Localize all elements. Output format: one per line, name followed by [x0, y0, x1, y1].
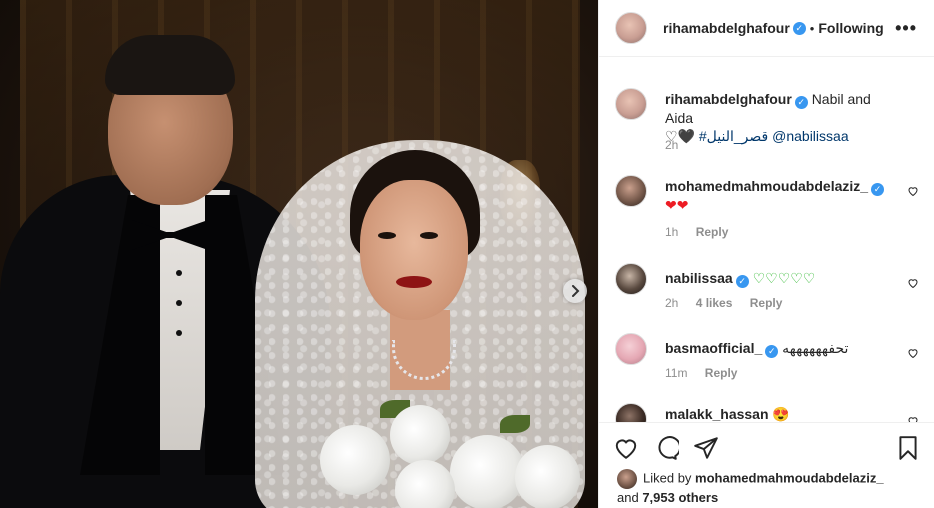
comment-text: basmaofficial_ ✓ تحفههههههه	[665, 339, 895, 358]
author-username[interactable]: rihamabdelghafour	[663, 20, 790, 36]
caption-row: rihamabdelghafour ✓ Nabil and Aida ♡🖤 #قص…	[615, 88, 925, 158]
comment-row: mohamedmahmoudabdelaziz_ ✓ ❤❤ 1h Reply	[615, 175, 925, 245]
comment-body: ❤❤	[665, 196, 689, 213]
comment-meta: 2h 4 likes Reply	[665, 296, 782, 310]
bouquet-rose	[390, 405, 450, 465]
author-avatar[interactable]	[615, 12, 647, 44]
comment-like-icon[interactable]	[907, 185, 919, 197]
header-separator: •	[809, 20, 815, 36]
post-side-panel: rihamabdelghafour ✓ • Following ••• riha…	[598, 0, 934, 508]
bouquet	[300, 395, 598, 508]
caption-meta: 2h	[665, 138, 692, 152]
post-header: rihamabdelghafour ✓ • Following •••	[599, 0, 934, 57]
bookmark-icon[interactable]	[895, 435, 921, 461]
reply-button[interactable]: Reply	[696, 225, 729, 239]
bride-lips	[396, 276, 432, 288]
comment-time[interactable]: 11m	[665, 366, 687, 380]
shirt-stud	[176, 300, 182, 306]
shirt-stud	[176, 330, 182, 336]
comment-row: basmaofficial_ ✓ تحفههههههه 11m Reply	[615, 333, 925, 388]
verified-badge-icon: ✓	[792, 21, 806, 35]
comment-username[interactable]: nabilissaa	[665, 270, 733, 286]
comment-avatar[interactable]	[615, 333, 647, 365]
comment-body: تحفههههههه	[782, 340, 849, 356]
comment-time[interactable]: 2h	[665, 296, 678, 310]
comment-text: mohamedmahmoudabdelaziz_ ✓ ❤❤	[665, 177, 895, 214]
comment-meta: 11m Reply	[665, 366, 737, 380]
paper-plane-icon[interactable]	[693, 435, 719, 461]
comment-avatar[interactable]	[615, 403, 647, 422]
caption-username[interactable]: rihamabdelghafour	[665, 91, 792, 107]
comment-avatar[interactable]	[615, 175, 647, 207]
next-photo-button[interactable]	[563, 279, 587, 303]
comment-like-icon[interactable]	[907, 277, 919, 289]
comment-row: malakk_hassan 😍	[615, 403, 925, 422]
comment-body: ♡♡♡♡♡	[752, 270, 816, 286]
comment-meta: 1h Reply	[665, 225, 728, 239]
liked-by-others[interactable]: 7,953 others	[642, 490, 718, 505]
comment-likes[interactable]: 4 likes	[696, 296, 733, 310]
verified-badge-icon: ✓	[794, 95, 808, 109]
post-photo[interactable]	[0, 0, 598, 508]
more-options-icon[interactable]: •••	[895, 18, 917, 39]
post-actions: Liked by mohamedmahmoudabdelaziz_ and 7,…	[599, 422, 934, 508]
reply-button[interactable]: Reply	[750, 296, 783, 310]
caption-avatar[interactable]	[615, 88, 647, 120]
liked-by-user[interactable]: mohamedmahmoudabdelaziz_	[695, 470, 884, 485]
liked-by-summary: Liked by mohamedmahmoudabdelaziz_ and 7,…	[617, 469, 884, 507]
bouquet-leaf	[500, 415, 530, 433]
comment-bubble-icon[interactable]	[653, 435, 679, 461]
bride-eye	[420, 232, 438, 239]
heart-outline-icon[interactable]	[613, 435, 639, 461]
shirt-stud	[176, 270, 182, 276]
verified-badge-icon: ✓	[735, 274, 749, 288]
caption-mention[interactable]: @nabilissaa	[772, 128, 848, 144]
comment-body: 😍	[772, 406, 790, 422]
reply-button[interactable]: Reply	[705, 366, 738, 380]
bride-eye	[378, 232, 396, 239]
bouquet-rose	[320, 425, 390, 495]
comment-username[interactable]: mohamedmahmoudabdelaziz_	[665, 178, 868, 194]
verified-badge-icon: ✓	[765, 344, 779, 358]
bouquet-rose	[395, 460, 455, 508]
groom-hair	[105, 35, 235, 95]
comment-avatar[interactable]	[615, 263, 647, 295]
comment-text: malakk_hassan 😍	[665, 405, 895, 422]
liked-by-avatar[interactable]	[617, 469, 637, 489]
liked-by-conjunction: and	[617, 490, 639, 505]
bouquet-rose	[450, 435, 525, 508]
verified-badge-icon: ✓	[871, 182, 885, 196]
comment-like-icon[interactable]	[907, 415, 919, 422]
caption-text: rihamabdelghafour ✓ Nabil and Aida ♡🖤 #قص…	[665, 90, 895, 145]
caption-time[interactable]: 2h	[665, 138, 678, 152]
bride-face	[360, 180, 468, 320]
comment-username[interactable]: basmaofficial_	[665, 340, 762, 356]
following-button[interactable]: Following	[818, 20, 883, 36]
bouquet-rose	[515, 445, 580, 508]
liked-by-prefix: Liked by	[643, 470, 692, 486]
comment-time[interactable]: 1h	[665, 225, 678, 239]
chevron-right-icon	[572, 285, 580, 297]
comment-username[interactable]: malakk_hassan	[665, 406, 769, 422]
comment-like-icon[interactable]	[907, 347, 919, 359]
comment-text: nabilissaa ✓ ♡♡♡♡♡	[665, 269, 895, 288]
comment-row: nabilissaa ✓ ♡♡♡♡♡ 2h 4 likes Reply	[615, 263, 925, 318]
comments-list[interactable]: rihamabdelghafour ✓ Nabil and Aida ♡🖤 #قص…	[599, 58, 934, 422]
caption-hashtag[interactable]: #قصر_النيل	[699, 128, 768, 144]
